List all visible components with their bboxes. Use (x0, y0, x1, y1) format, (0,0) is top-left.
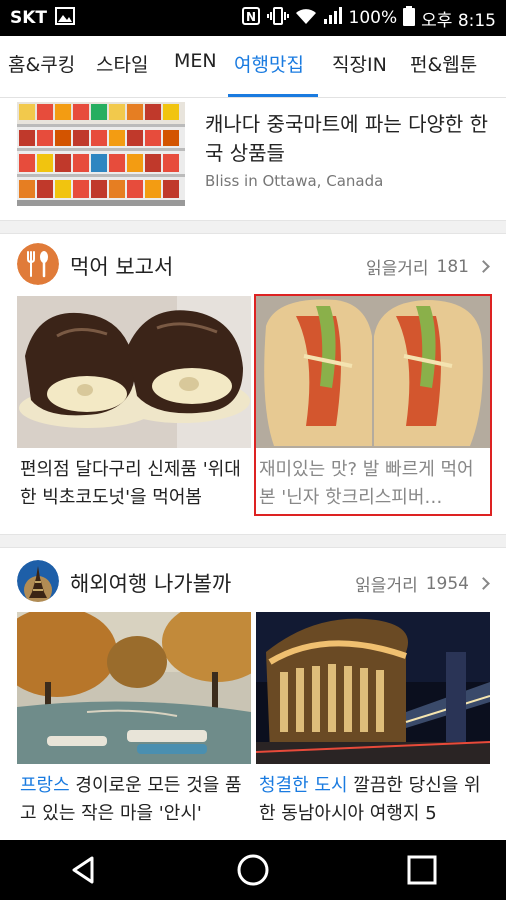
chevron-right-icon (477, 577, 490, 590)
fork-spoon-icon (17, 243, 59, 285)
tab-men[interactable]: MEN (174, 50, 217, 72)
read-count-label: 읽을거리 (365, 259, 429, 279)
svg-text:N: N (246, 10, 256, 24)
section-title: 해외여행 나가볼까 (70, 572, 232, 596)
tab-fun-webtoon[interactable]: 펀&웹툰 (410, 50, 477, 77)
article-highlight: 청결한 도시 (259, 775, 348, 796)
battery-percent: 100% (348, 8, 398, 28)
article-title: 재미있는 맛? 발 빠르게 먹어 본 '닌자 핫크리스피버… (259, 459, 474, 508)
article-title: 프랑스 경이로운 모든 것을 품고 있는 작은 마을 '안시' (17, 764, 251, 830)
eiffel-tower-icon (17, 560, 59, 602)
article-highlight: 프랑스 (20, 775, 70, 796)
recent-apps-icon[interactable] (392, 840, 452, 900)
article-thumbnail (17, 102, 185, 206)
read-count: 181 (436, 256, 469, 277)
nfc-icon: N (241, 6, 261, 31)
article-title: 편의점 달다구리 신제품 '위대한 빅초코도넛'을 먹어봄 (20, 459, 241, 508)
vibrate-icon (266, 6, 289, 31)
system-nav-bar (0, 840, 506, 900)
section-title: 먹어 보고서 (70, 255, 174, 279)
section-more-link[interactable]: 읽을거리 1954 (355, 571, 490, 596)
active-tab-indicator (228, 94, 318, 97)
article-source: Bliss in Ottawa, Canada (205, 172, 384, 190)
article-card-southeast-asia[interactable]: 청결한 도시 깔끔한 당신을 위한 동남아시아 여행지 5 (256, 612, 490, 830)
read-count-label: 읽을거리 (355, 576, 418, 596)
wifi-icon (295, 7, 317, 30)
category-tab-bar: 홈&쿠킹 스타일 MEN 여행맛집 직장IN 펀&웹툰 (0, 36, 506, 98)
signal-icon (323, 6, 343, 30)
feed[interactable]: 캐나다 중국마트에 파는 다양한 한국 상품들 Bliss in Ottawa,… (0, 98, 506, 840)
article-image (256, 612, 490, 764)
article-image (17, 612, 251, 764)
article-item-market[interactable]: 캐나다 중국마트에 파는 다양한 한국 상품들 Bliss in Ottawa,… (0, 98, 506, 220)
article-card-annecy[interactable]: 프랑스 경이로운 모든 것을 품고 있는 작은 마을 '안시' (17, 612, 251, 830)
section-food-review: 먹어 보고서 읽을거리 181 편의점 달다구리 신제품 '위대한 빅초코도넛'… (0, 234, 506, 534)
section-divider (0, 220, 506, 234)
tab-style[interactable]: 스타일 (96, 50, 148, 77)
article-card-donut[interactable]: 편의점 달다구리 신제품 '위대한 빅초코도넛'을 먹어봄 (17, 296, 251, 514)
battery-icon (403, 5, 416, 31)
article-image (256, 296, 490, 448)
tab-work[interactable]: 직장IN (332, 50, 387, 77)
article-title[interactable]: 캐나다 중국마트에 파는 다양한 한국 상품들 (205, 110, 495, 168)
read-count: 1954 (425, 573, 469, 594)
tab-home-cooking[interactable]: 홈&쿠킹 (8, 50, 75, 77)
home-icon[interactable] (223, 840, 283, 900)
section-more-link[interactable]: 읽을거리 181 (365, 254, 490, 279)
section-overseas-travel: 해외여행 나가볼까 읽을거리 1954 프랑스 경이로운 모든 것을 품고 있는… (0, 548, 506, 840)
section-divider (0, 534, 506, 548)
article-title: 청결한 도시 깔끔한 당신을 위한 동남아시아 여행지 5 (256, 764, 490, 830)
article-card-ninja-burger[interactable]: 재미있는 맛? 발 빠르게 먹어 본 '닌자 핫크리스피버… (254, 294, 492, 516)
chevron-right-icon (477, 260, 490, 273)
back-icon[interactable] (54, 840, 114, 900)
clock: 오후 8:15 (421, 10, 496, 31)
tab-travel-food[interactable]: 여행맛집 (234, 50, 304, 77)
status-bar: SKT N 100% 오후 8:15 (0, 0, 506, 36)
article-image (17, 296, 251, 448)
gallery-notification-icon (55, 6, 76, 30)
carrier-label: SKT (10, 8, 48, 28)
